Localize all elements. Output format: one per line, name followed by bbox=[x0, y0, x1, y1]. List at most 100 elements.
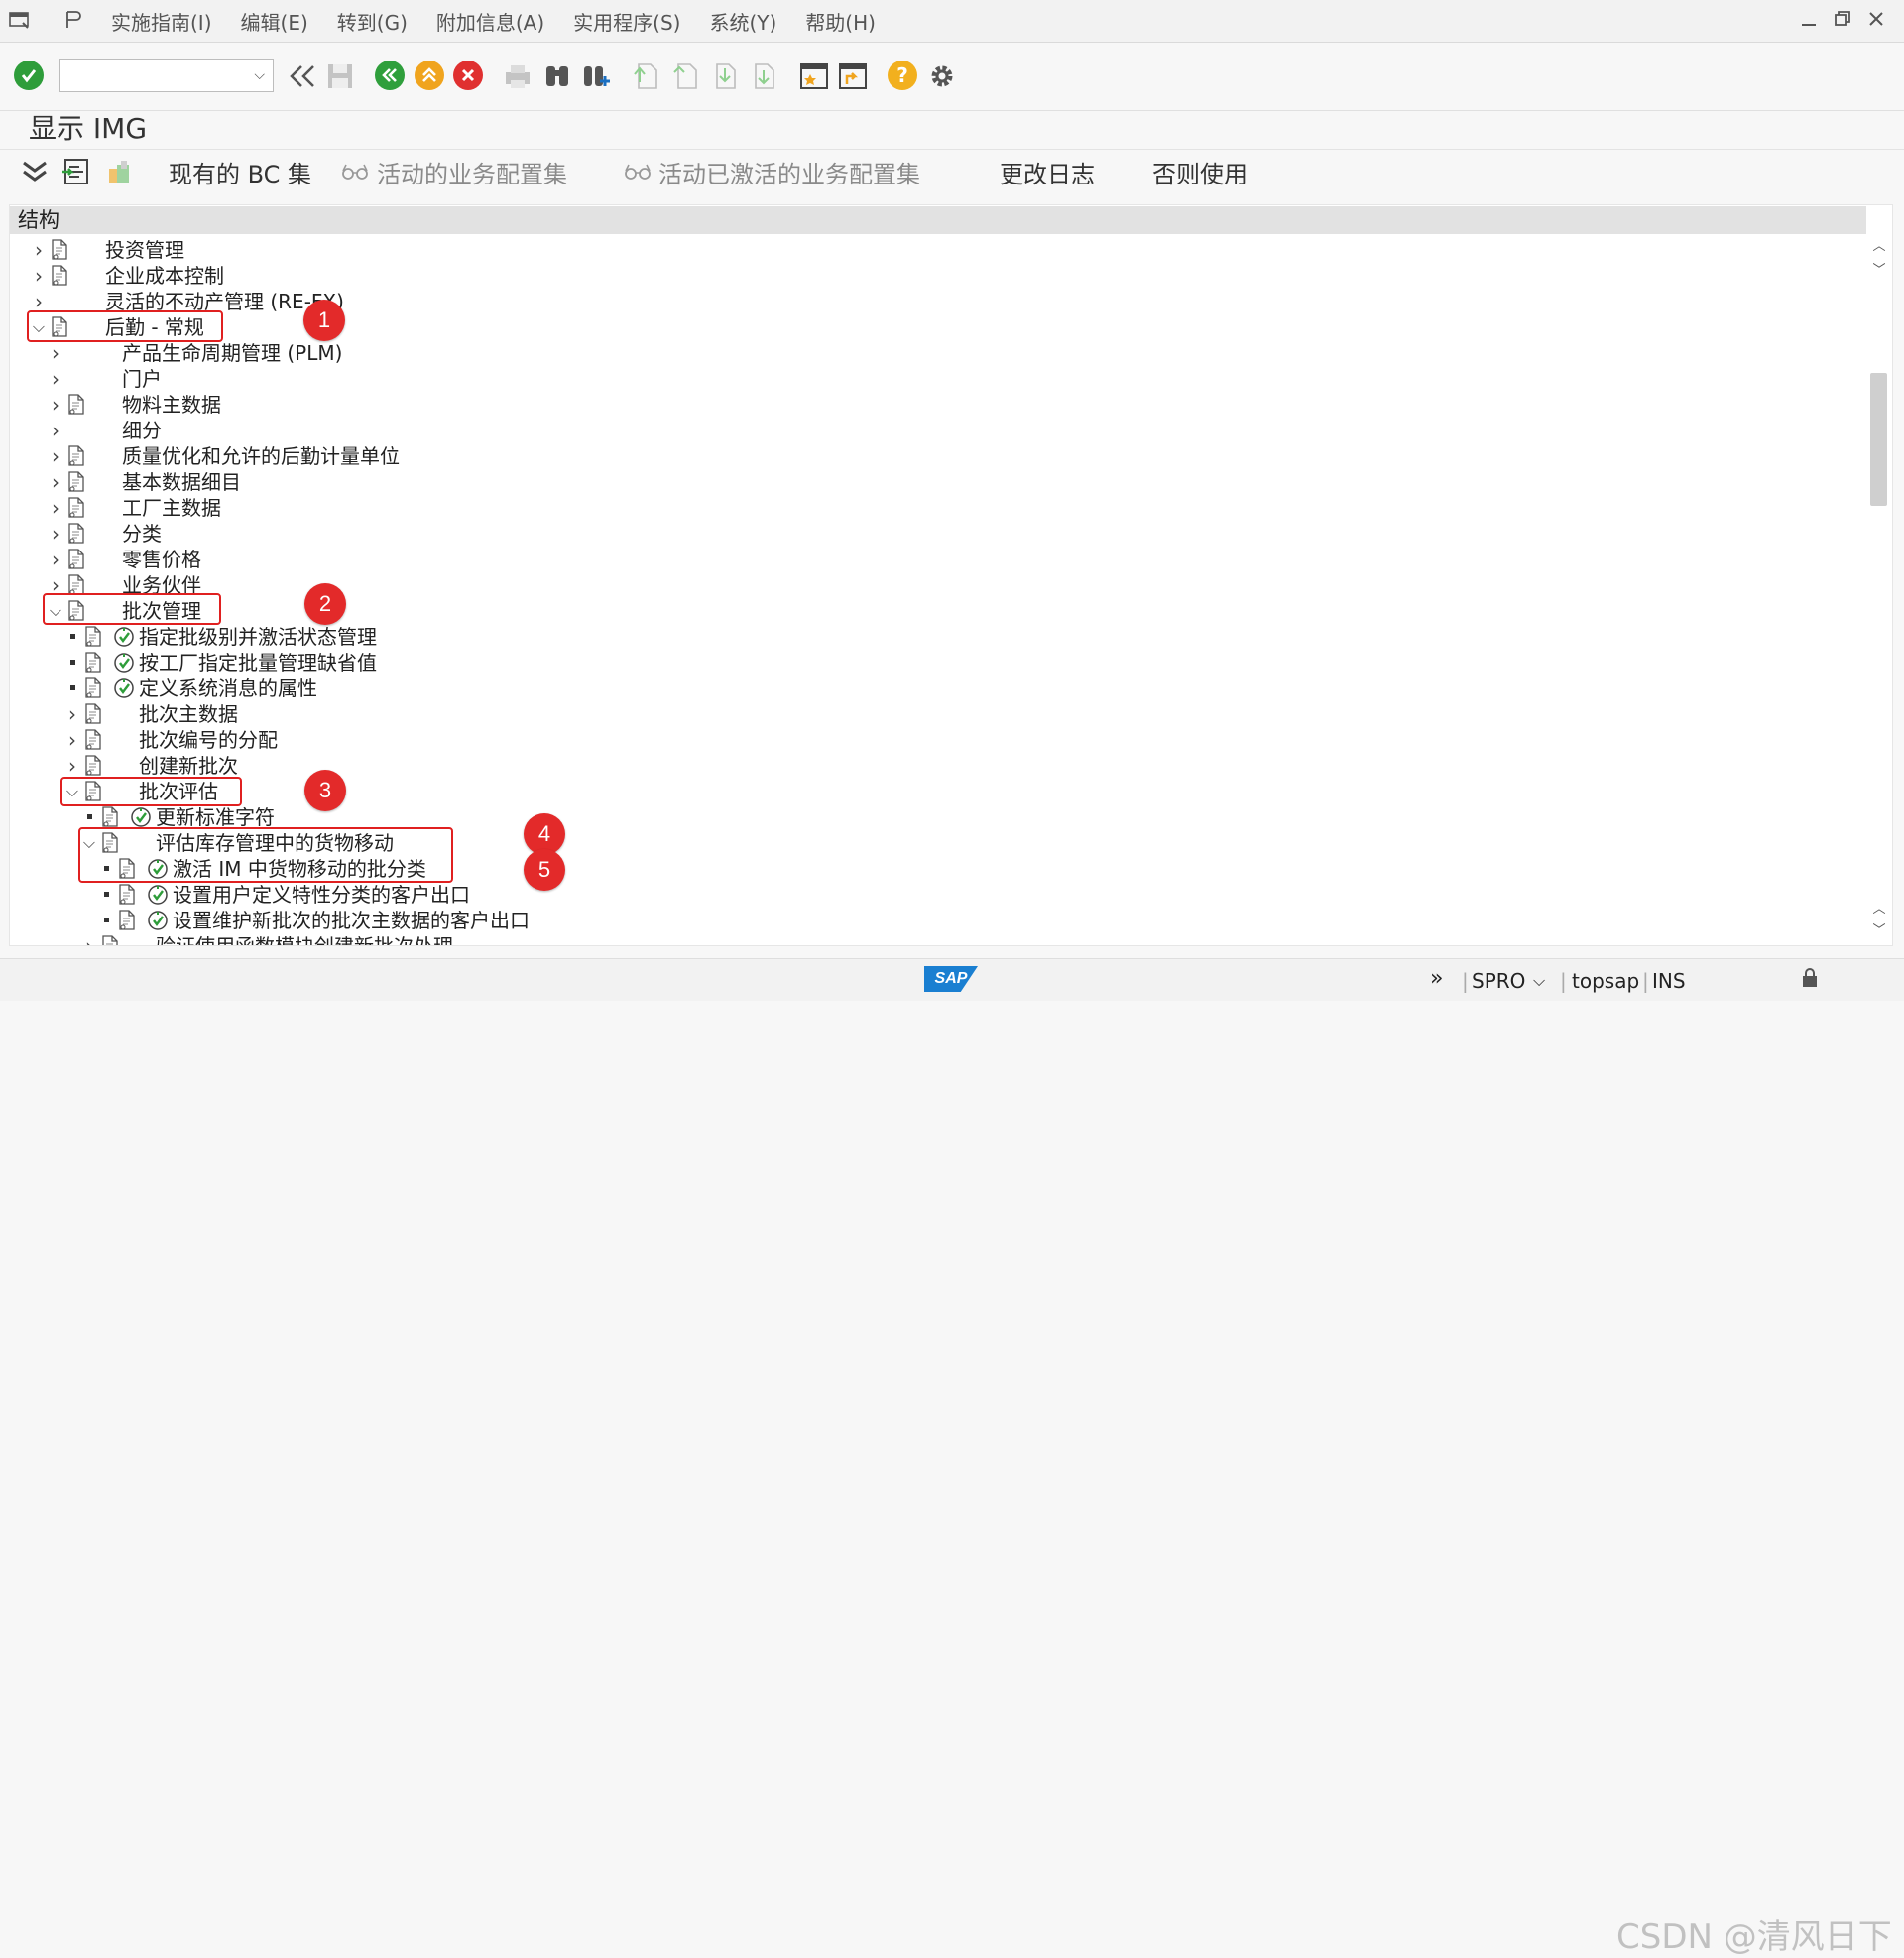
tree-node[interactable]: ⌵ 批次评估 bbox=[10, 779, 1864, 804]
tree-node[interactable]: › 业务伙伴 bbox=[10, 572, 1864, 598]
find-icon[interactable] bbox=[541, 61, 573, 92]
customize-layout-icon[interactable] bbox=[62, 9, 86, 31]
save-icon[interactable] bbox=[324, 61, 356, 92]
documentation-icon[interactable] bbox=[84, 626, 102, 647]
change-log-button[interactable]: 更改日志 bbox=[1000, 155, 1095, 189]
documentation-icon[interactable] bbox=[84, 652, 102, 673]
execute-activity-icon[interactable] bbox=[147, 884, 169, 906]
next-page-icon[interactable] bbox=[709, 61, 741, 92]
chevron-right-icon[interactable]: › bbox=[49, 395, 62, 415]
chevron-right-icon[interactable]: › bbox=[49, 446, 62, 466]
back-icon[interactable] bbox=[375, 61, 405, 90]
restore-icon[interactable] bbox=[1833, 8, 1852, 30]
tree-node[interactable]: › 批次编号的分配 bbox=[10, 727, 1864, 753]
exit-icon[interactable] bbox=[415, 61, 444, 90]
create-session-icon[interactable] bbox=[798, 61, 830, 92]
settings-icon[interactable] bbox=[926, 61, 958, 92]
tree-node[interactable]: › 投资管理 bbox=[10, 237, 1864, 263]
execute-activity-icon[interactable] bbox=[147, 910, 169, 931]
first-page-icon[interactable] bbox=[631, 61, 662, 92]
tree-node[interactable]: › 质量优化和允许的后勤计量单位 bbox=[10, 443, 1864, 469]
documentation-icon[interactable] bbox=[101, 935, 119, 945]
activated-bc-sets-button[interactable]: 活动已激活的业务配置集 bbox=[658, 155, 920, 189]
find-next-icon[interactable] bbox=[580, 61, 612, 92]
shortcut-icon[interactable] bbox=[837, 61, 869, 92]
enter-icon[interactable] bbox=[14, 61, 44, 90]
menu-system[interactable]: 系统(Y) bbox=[709, 7, 776, 36]
menu-utilities[interactable]: 实用程序(S) bbox=[573, 7, 680, 36]
chevron-down-icon[interactable]: ⌵ bbox=[1533, 971, 1545, 991]
scroll-up-icon[interactable]: ︿ bbox=[1870, 901, 1888, 918]
chevron-right-icon[interactable]: › bbox=[49, 550, 62, 569]
back-double-icon[interactable] bbox=[286, 61, 317, 92]
scroll-down-icon[interactable]: ﹀ bbox=[1870, 922, 1888, 940]
minimize-icon[interactable] bbox=[1799, 8, 1819, 30]
execute-activity-icon[interactable] bbox=[113, 677, 135, 699]
chevron-right-icon[interactable]: › bbox=[49, 472, 62, 492]
tree-node[interactable]: 定义系统消息的属性 bbox=[10, 675, 1864, 701]
last-page-icon[interactable] bbox=[748, 61, 779, 92]
print-icon[interactable] bbox=[502, 61, 534, 92]
chevron-right-icon[interactable]: › bbox=[49, 498, 62, 518]
execute-activity-icon[interactable] bbox=[130, 806, 152, 828]
chevron-right-icon[interactable]: › bbox=[32, 266, 46, 286]
scroll-down-icon[interactable]: ﹀ bbox=[1870, 262, 1888, 280]
documentation-icon[interactable] bbox=[51, 265, 68, 286]
menu-implementation-guide[interactable]: 实施指南(I) bbox=[111, 7, 212, 36]
scroll-up-icon[interactable]: ︿ bbox=[1870, 238, 1888, 256]
documentation-icon[interactable] bbox=[67, 523, 85, 544]
tree-node[interactable]: ⌵ 批次管理 bbox=[10, 598, 1864, 624]
tree-node[interactable]: 设置用户定义特性分类的客户出口 bbox=[10, 882, 1864, 908]
tree-node[interactable]: › 验证使用函数模块创建新批次处理 bbox=[10, 933, 1864, 945]
chevron-right-icon[interactable]: › bbox=[65, 756, 79, 776]
chevron-right-icon[interactable]: › bbox=[82, 936, 96, 945]
chevron-right-icon[interactable]: › bbox=[32, 240, 46, 260]
documentation-icon[interactable] bbox=[84, 677, 102, 698]
documentation-icon[interactable] bbox=[84, 703, 102, 724]
cancel-icon[interactable] bbox=[453, 61, 483, 90]
tree-node[interactable]: › 创建新批次 bbox=[10, 753, 1864, 779]
help-icon[interactable]: ? bbox=[888, 61, 917, 90]
documentation-icon[interactable] bbox=[118, 884, 136, 905]
documentation-icon[interactable] bbox=[67, 549, 85, 569]
active-bc-sets-button[interactable]: 活动的业务配置集 bbox=[377, 155, 567, 189]
documentation-icon[interactable] bbox=[118, 910, 136, 930]
command-field[interactable]: ⌵ bbox=[60, 59, 274, 92]
tree-node[interactable]: 指定批级别并激活状态管理 bbox=[10, 624, 1864, 650]
documentation-icon[interactable] bbox=[84, 755, 102, 776]
tree-node[interactable]: › 零售价格 bbox=[10, 547, 1864, 572]
tree-node[interactable]: ⌵ 后勤 - 常规 bbox=[10, 314, 1864, 340]
documentation-icon[interactable] bbox=[84, 729, 102, 750]
chevron-right-icon[interactable]: › bbox=[65, 730, 79, 750]
command-input[interactable] bbox=[64, 60, 247, 91]
system-menu-icon[interactable] bbox=[8, 9, 32, 31]
tree-node[interactable]: 按工厂指定批量管理缺省值 bbox=[10, 650, 1864, 675]
where-used-button[interactable]: 否则使用 bbox=[1152, 155, 1248, 189]
tree-node[interactable]: › 细分 bbox=[10, 418, 1864, 443]
menu-help[interactable]: 帮助(H) bbox=[805, 7, 876, 36]
documentation-icon[interactable] bbox=[67, 574, 85, 595]
chevron-right-icon[interactable]: › bbox=[32, 292, 46, 311]
documentation-icon[interactable] bbox=[67, 471, 85, 492]
vertical-scrollbar[interactable]: ︿ ﹀ ︿ ﹀ bbox=[1868, 234, 1890, 944]
tree-node[interactable]: › 基本数据细目 bbox=[10, 469, 1864, 495]
documentation-icon[interactable] bbox=[51, 239, 68, 260]
chevron-down-icon[interactable]: ⌵ bbox=[254, 67, 265, 83]
chevron-right-icon[interactable]: › bbox=[49, 421, 62, 440]
tree-node[interactable]: › 工厂主数据 bbox=[10, 495, 1864, 521]
documentation-icon[interactable] bbox=[67, 394, 85, 415]
project-icon[interactable] bbox=[61, 157, 91, 186]
tree-node[interactable]: › 批次主数据 bbox=[10, 701, 1864, 727]
expand-status-icon[interactable]: » bbox=[1430, 966, 1443, 991]
chevron-right-icon[interactable]: › bbox=[49, 369, 62, 389]
chevron-right-icon[interactable]: › bbox=[49, 524, 62, 544]
chevron-right-icon[interactable]: › bbox=[49, 343, 62, 363]
existing-bc-sets-button[interactable]: 现有的 BC 集 bbox=[169, 155, 311, 189]
execute-activity-icon[interactable] bbox=[113, 652, 135, 673]
menu-extras[interactable]: 附加信息(A) bbox=[436, 7, 544, 36]
tree-node[interactable]: › 产品生命周期管理 (PLM) bbox=[10, 340, 1864, 366]
scrollbar-thumb[interactable] bbox=[1870, 373, 1887, 506]
menu-edit[interactable]: 编辑(E) bbox=[241, 7, 308, 36]
chevron-right-icon[interactable]: › bbox=[65, 704, 79, 724]
close-window-icon[interactable] bbox=[1866, 8, 1886, 30]
